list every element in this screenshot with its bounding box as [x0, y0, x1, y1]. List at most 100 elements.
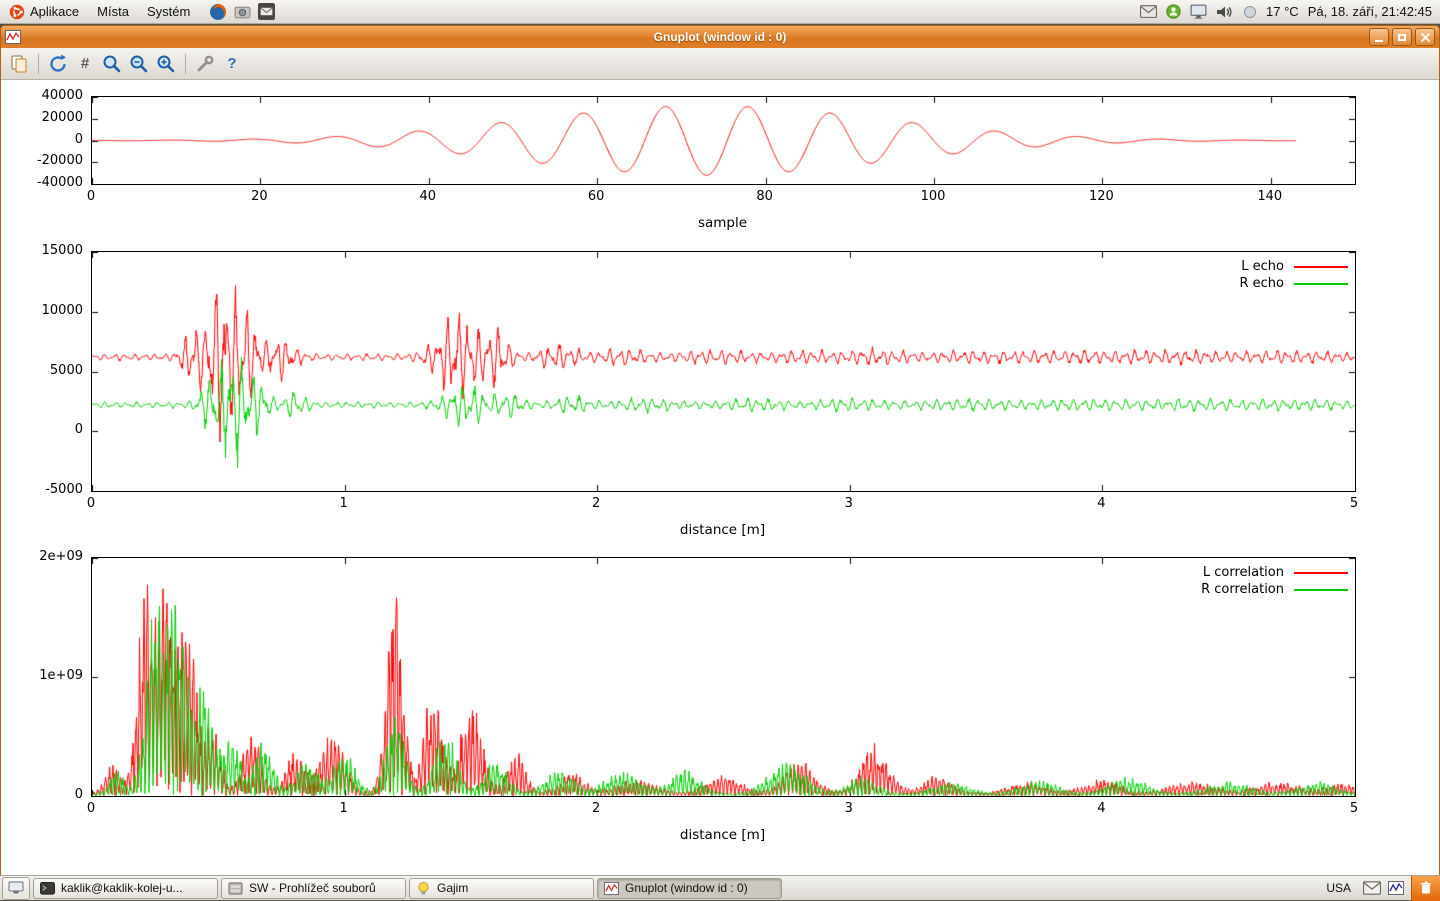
volume-icon[interactable] — [1216, 5, 1234, 19]
x-tick-label: 120 — [1071, 189, 1131, 205]
mail-icon[interactable] — [1140, 5, 1157, 18]
y-tick-label: -40000 — [13, 175, 83, 191]
zoom-next-icon[interactable] — [127, 52, 151, 76]
y-tick-label: 0 — [13, 422, 83, 438]
x-tick-label: 20 — [229, 189, 289, 205]
help-icon[interactable]: ? — [220, 52, 244, 76]
legend-row: R echo — [1239, 275, 1348, 292]
x-tick-label: 4 — [1071, 496, 1131, 512]
window-controls — [1366, 28, 1435, 46]
top-panel: Aplikace Místa Systém — [0, 0, 1440, 24]
gnuplot-icon — [604, 881, 619, 896]
plot-frame-echo-traces — [91, 251, 1356, 492]
display-icon[interactable] — [1190, 4, 1207, 19]
y-tick-label: 5000 — [13, 363, 83, 379]
mail-icon[interactable] — [1363, 881, 1381, 895]
trash-icon[interactable] — [1411, 876, 1440, 901]
taskbar-button-terminal[interactable]: kaklik@kaklik-kolej-u... — [33, 878, 218, 899]
x-tick-label: 5 — [1324, 496, 1384, 512]
close-icon — [1421, 33, 1430, 42]
autoscale-icon[interactable] — [154, 52, 178, 76]
x-axis-label: distance [m] — [91, 827, 1354, 843]
x-tick-label: 40 — [398, 189, 458, 205]
x-axis-label: sample — [91, 215, 1354, 231]
x-tick-label: 4 — [1071, 801, 1131, 817]
keyboard-layout-indicator[interactable]: USA — [1321, 881, 1356, 895]
x-axis-label: distance [m] — [91, 522, 1354, 538]
y-tick-label: 0 — [13, 132, 83, 148]
weather-icon[interactable] — [1243, 5, 1257, 19]
x-tick-label: 5 — [1324, 801, 1384, 817]
menu-system-label: Systém — [147, 4, 190, 19]
legend-label: R correlation — [1201, 582, 1284, 597]
x-tick-label: 1 — [314, 496, 374, 512]
clock-label[interactable]: Pá, 18. září, 21:42:45 — [1308, 4, 1432, 19]
menu-applications[interactable]: Aplikace — [0, 0, 88, 23]
legend-label: R echo — [1239, 276, 1284, 291]
presence-icon[interactable] — [1166, 4, 1181, 19]
toolbar: # ? — [1, 48, 1439, 80]
x-tick-label: 0 — [61, 801, 121, 817]
zoom-previous-icon[interactable] — [100, 52, 124, 76]
panel-right: 17 °C Pá, 18. září, 21:42:45 — [1140, 0, 1440, 23]
titlebar[interactable]: Gnuplot (window id : 0) — [1, 26, 1439, 48]
legend-row: L correlation — [1203, 564, 1348, 581]
temperature-label[interactable]: 17 °C — [1266, 4, 1299, 19]
window-title: Gnuplot (window id : 0) — [1, 30, 1439, 44]
plot-canvas-echo-traces[interactable] — [92, 252, 1355, 491]
settings-icon[interactable] — [193, 52, 217, 76]
legend-row: L echo — [1241, 258, 1348, 275]
mail-launcher-icon[interactable] — [258, 3, 275, 20]
taskbar-button-label: Gnuplot (window id : 0) — [625, 881, 748, 895]
menu-applications-label: Aplikace — [30, 4, 79, 19]
x-tick-label: 0 — [61, 189, 121, 205]
taskbar-right: USA — [1321, 876, 1440, 900]
y-tick-label: 40000 — [13, 88, 83, 104]
minimize-icon — [1375, 40, 1383, 42]
x-tick-label: 3 — [819, 801, 879, 817]
x-tick-label: 3 — [819, 496, 879, 512]
close-button[interactable] — [1415, 28, 1435, 46]
show-desktop-button[interactable] — [2, 877, 30, 900]
minimize-button[interactable] — [1369, 28, 1389, 46]
legend-row: R correlation — [1201, 581, 1348, 598]
x-tick-label: 2 — [566, 801, 626, 817]
taskbar-button-label: SW - Prohlížeč souborů — [249, 881, 376, 895]
firefox-icon[interactable] — [209, 3, 227, 21]
x-tick-label: 100 — [903, 189, 963, 205]
photo-icon[interactable] — [234, 4, 251, 19]
replot-icon[interactable] — [46, 52, 70, 76]
y-tick-label: 2e+09 — [13, 549, 83, 565]
plot-canvas-correlation-traces[interactable] — [92, 558, 1355, 796]
terminal-icon — [40, 881, 55, 896]
maximize-icon — [1398, 34, 1406, 41]
maximize-button[interactable] — [1392, 28, 1412, 46]
show-desktop-icon — [8, 881, 24, 895]
menu-system[interactable]: Systém — [138, 0, 199, 23]
gnuplot-window-icon — [5, 29, 21, 45]
menu-places-label: Místa — [97, 4, 129, 19]
x-tick-label: 60 — [566, 189, 626, 205]
taskbar-button-file-manager[interactable]: SW - Prohlížeč souborů — [221, 878, 406, 899]
y-tick-label: 15000 — [13, 243, 83, 259]
toolbar-separator — [38, 54, 39, 74]
y-tick-label: -20000 — [13, 153, 83, 169]
plot-frame-sample-waveform — [91, 96, 1356, 185]
x-tick-label: 140 — [1240, 189, 1300, 205]
menu-places[interactable]: Místa — [88, 0, 138, 23]
plot-canvas-sample-waveform[interactable] — [92, 97, 1355, 184]
taskbar-button-label: kaklik@kaklik-kolej-u... — [61, 881, 183, 895]
taskbar-button-gajim[interactable]: Gajim — [409, 878, 594, 899]
plot-frame-correlation-traces — [91, 557, 1356, 797]
legend: L echoR echo — [1239, 258, 1348, 292]
taskbar-button-label: Gajim — [437, 881, 468, 895]
legend: L correlation R correlation — [1201, 564, 1348, 598]
x-tick-label: 80 — [735, 189, 795, 205]
taskbar-button-gnuplot[interactable]: Gnuplot (window id : 0) — [597, 878, 782, 899]
x-tick-label: 2 — [566, 496, 626, 512]
grid-icon[interactable]: # — [73, 52, 97, 76]
x-tick-label: 0 — [61, 496, 121, 512]
legend-label: L correlation — [1203, 565, 1284, 580]
copy-icon[interactable] — [7, 52, 31, 76]
plot-icon[interactable] — [1388, 880, 1404, 896]
